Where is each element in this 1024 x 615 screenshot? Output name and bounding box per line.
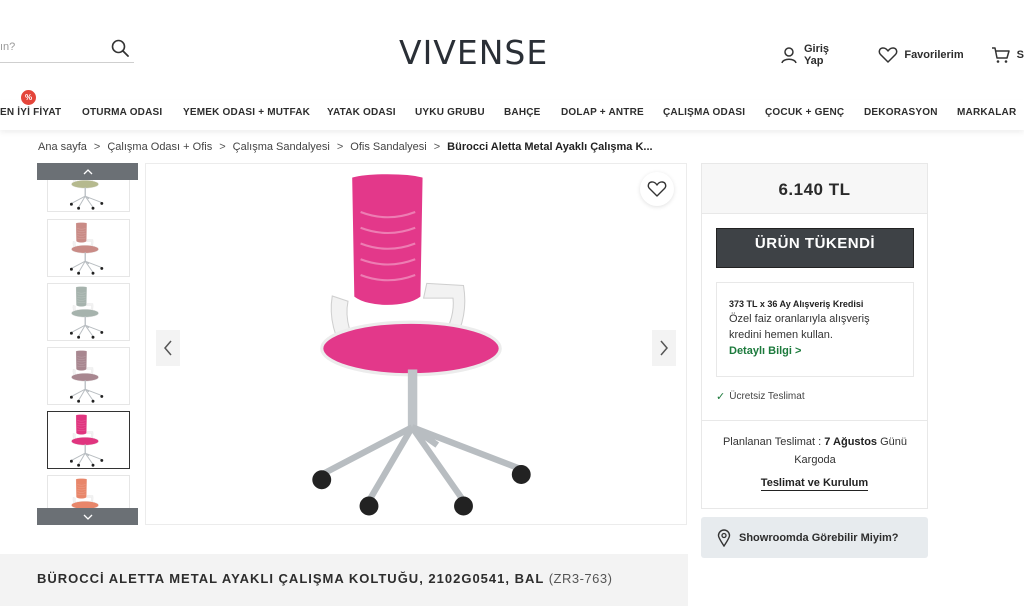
delivery-setup-link[interactable]: Teslimat ve Kurulum — [702, 477, 927, 491]
product-sku: (ZR3-763) — [548, 571, 613, 586]
delivery-info: Planlanan Teslimat : 7 Ağustos Günü Karg… — [710, 433, 920, 469]
heart-icon — [878, 47, 898, 63]
breadcrumb-office-chair[interactable]: Ofis Sandalyesi — [350, 141, 426, 153]
breadcrumb-home[interactable]: Ana sayfa — [38, 141, 87, 153]
delivery-date: 7 Ağustos — [824, 436, 878, 448]
site-header: ın? VIVENSE Giriş Yap Favorilerim S — [0, 0, 1024, 100]
breadcrumb-separator: > — [336, 141, 344, 153]
location-pin-icon — [717, 528, 731, 547]
thumbnail-image — [69, 414, 103, 467]
purchase-panel: 6.140 TL ÜRÜN TÜKENDİ 373 TL x 36 Ay Alı… — [701, 163, 928, 509]
user-icon — [781, 47, 797, 64]
showroom-label: Showroomda Görebilir Miyim? — [739, 531, 899, 544]
cart-icon — [991, 47, 1010, 63]
search-bar[interactable]: ın? — [0, 37, 134, 63]
sold-out-button[interactable]: ÜRÜN TÜKENDİ — [716, 228, 914, 268]
vivense-logo[interactable]: VIVENSE — [399, 33, 551, 73]
chevron-left-icon — [164, 340, 172, 356]
thumbnail[interactable] — [47, 347, 130, 405]
chevron-up-icon — [83, 168, 92, 174]
thumbnail-strip — [37, 163, 138, 525]
chevron-down-icon — [83, 514, 92, 520]
cart-button[interactable]: S — [991, 46, 1024, 64]
credit-title: 373 TL x 36 Ay Alışveriş Kredisi — [729, 299, 864, 309]
login-button[interactable]: Giriş Yap — [780, 43, 851, 67]
header-actions: Giriş Yap Favorilerim S — [780, 43, 1024, 67]
divider — [702, 420, 927, 421]
product-price: 6.140 TL — [778, 180, 851, 199]
nav-item-wardrobe[interactable]: DOLAP + ANTRE — [561, 107, 644, 118]
breadcrumb: Ana sayfa > Çalışma Odası + Ofis > Çalışma S… — [38, 141, 653, 153]
nav-item-garden[interactable]: BAHÇE — [504, 107, 541, 118]
breadcrumb-work-chair[interactable]: Çalışma Sandalyesi — [233, 141, 330, 153]
credit-text: Özel faiz oranlarıyla alışveriş kredini … — [729, 313, 870, 341]
thumbnail-image — [69, 286, 103, 339]
breadcrumb-separator: > — [219, 141, 226, 153]
nav-item-kids[interactable]: ÇOCUK + GENÇ — [765, 107, 844, 118]
logo-text: VIVENSE — [399, 33, 549, 72]
product-image — [312, 174, 531, 516]
thumbnail-image — [69, 350, 103, 403]
credit-box: 373 TL x 36 Ay Alışveriş Kredisi Özel fa… — [716, 282, 914, 377]
product-title-row: BÜROCCİ ALETTA METAL AYAKLI ÇALIŞMA KOLT… — [37, 571, 612, 586]
nav-item-office[interactable]: ÇALIŞMA ODASI — [663, 107, 745, 118]
delivery-setup-label: Teslimat ve Kurulum — [760, 477, 869, 491]
favorites-label: Favorilerim — [904, 49, 964, 61]
breadcrumb-separator: > — [93, 141, 101, 153]
nav-item-brands[interactable]: MARKALAR — [957, 107, 1016, 118]
search-input[interactable]: ın? — [0, 41, 15, 53]
cart-label: S — [1016, 49, 1024, 61]
breadcrumb-current: Bürocci Aletta Metal Ayaklı Çalışma K... — [447, 141, 653, 153]
breadcrumb-separator: > — [433, 141, 441, 153]
product-title-bar: BÜROCCİ ALETTA METAL AYAKLI ÇALIŞMA KOLT… — [0, 554, 688, 606]
thumb-scroll-down-button[interactable] — [37, 508, 138, 525]
thumbnail-image — [69, 222, 103, 275]
breadcrumb-office[interactable]: Çalışma Odası + Ofis — [107, 141, 212, 153]
nav-item-decoration[interactable]: DEKORASYON — [864, 107, 938, 118]
check-icon: ✓ — [716, 391, 726, 403]
nav-item-living-room[interactable]: OTURMA ODASI — [82, 107, 162, 118]
heart-icon — [647, 181, 667, 197]
deal-badge: % — [21, 90, 36, 105]
showroom-button[interactable]: Showroomda Görebilir Miyim? — [701, 517, 928, 558]
nav-item-best-price[interactable]: EN İYİ FİYAT — [0, 107, 61, 118]
previous-image-button[interactable] — [156, 330, 180, 366]
free-shipping-label: Ücretsiz Teslimat — [729, 391, 805, 402]
chevron-right-icon — [660, 340, 668, 356]
price-box: 6.140 TL — [702, 164, 927, 214]
free-shipping: ✓ Ücretsiz Teslimat — [716, 390, 805, 403]
product-title: BÜROCCİ ALETTA METAL AYAKLI ÇALIŞMA KOLT… — [37, 571, 545, 586]
thumbnail[interactable] — [47, 219, 130, 277]
nav-item-sleep[interactable]: UYKU GRUBU — [415, 107, 485, 118]
product-image-viewer — [145, 163, 687, 525]
favorites-button[interactable]: Favorilerim — [878, 46, 964, 64]
delivery-prefix: Planlanan Teslimat : — [722, 436, 825, 448]
add-favorite-button[interactable] — [640, 172, 674, 206]
main-nav: % EN İYİ FİYAT OTURMA ODASI YEMEK ODASI … — [0, 90, 1024, 130]
next-image-button[interactable] — [652, 330, 676, 366]
login-label: Giriş Yap — [803, 43, 830, 67]
credit-details-link[interactable]: Detaylı Bilgi > — [729, 343, 901, 359]
thumb-scroll-up-button[interactable] — [37, 163, 138, 180]
thumbnail[interactable] — [47, 283, 130, 341]
nav-item-bedroom[interactable]: YATAK ODASI — [327, 107, 396, 118]
thumbnail[interactable] — [47, 411, 130, 469]
nav-item-dining-kitchen[interactable]: YEMEK ODASI + MUTFAK — [183, 107, 310, 118]
search-icon[interactable] — [110, 38, 130, 58]
